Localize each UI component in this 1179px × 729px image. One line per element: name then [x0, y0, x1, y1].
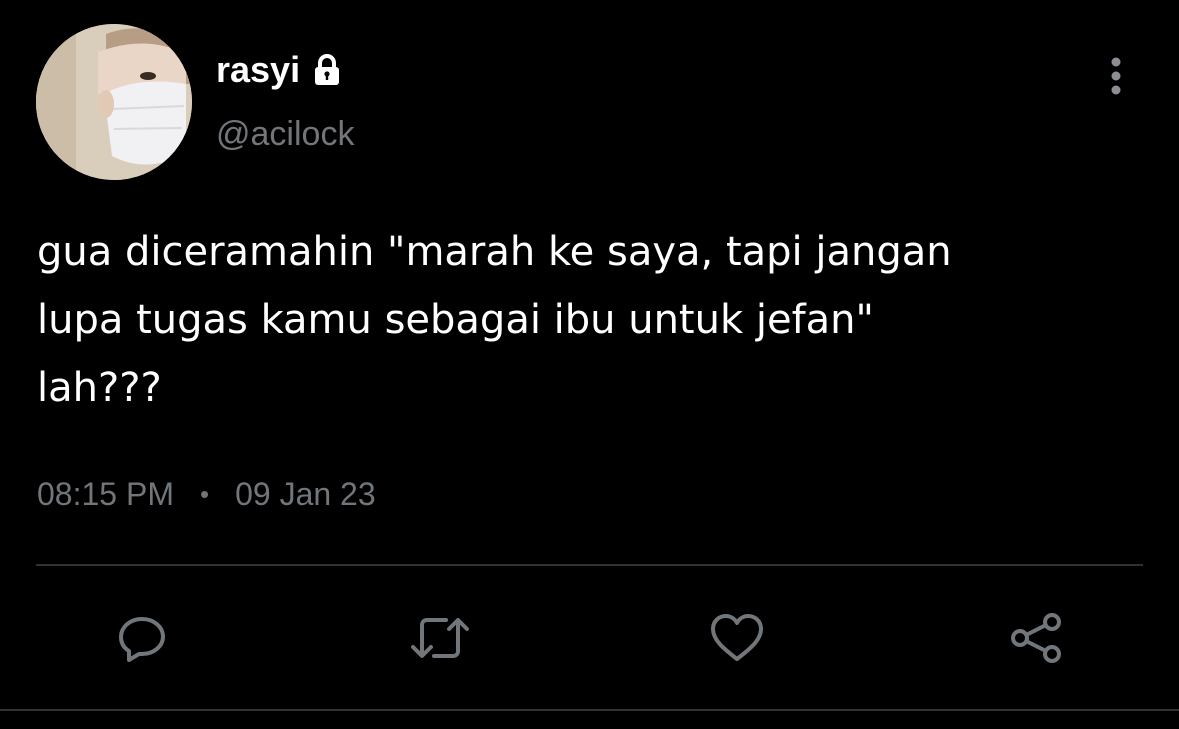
- share-icon: [1011, 613, 1061, 663]
- heart-icon: [711, 614, 763, 661]
- like-button[interactable]: [707, 608, 767, 668]
- tweet-date: 09 Jan 23: [235, 476, 376, 512]
- retweet-button[interactable]: [410, 608, 470, 668]
- tweet-text: gua diceramahin "marah ke saya, tapi jan…: [37, 229, 952, 411]
- masked-person-avatar: [36, 24, 192, 180]
- tweet-time: 08:15 PM: [37, 476, 174, 512]
- author-display-name[interactable]: rasyi: [216, 50, 344, 90]
- reply-button[interactable]: [112, 608, 172, 668]
- bottom-divider: [0, 709, 1179, 711]
- reply-icon: [119, 617, 165, 662]
- lock-icon: [310, 53, 344, 87]
- author-handle[interactable]: @acilock: [216, 114, 354, 154]
- avatar[interactable]: [36, 24, 192, 180]
- meta-separator: •: [199, 479, 210, 509]
- tweet-timestamp[interactable]: 08:15 PM • 09 Jan 23: [37, 474, 376, 514]
- divider: [36, 564, 1143, 566]
- display-name-text: rasyi: [216, 49, 301, 90]
- retweet-icon: [411, 618, 469, 658]
- share-button[interactable]: [1006, 608, 1066, 668]
- more-options-icon[interactable]: [1098, 56, 1134, 96]
